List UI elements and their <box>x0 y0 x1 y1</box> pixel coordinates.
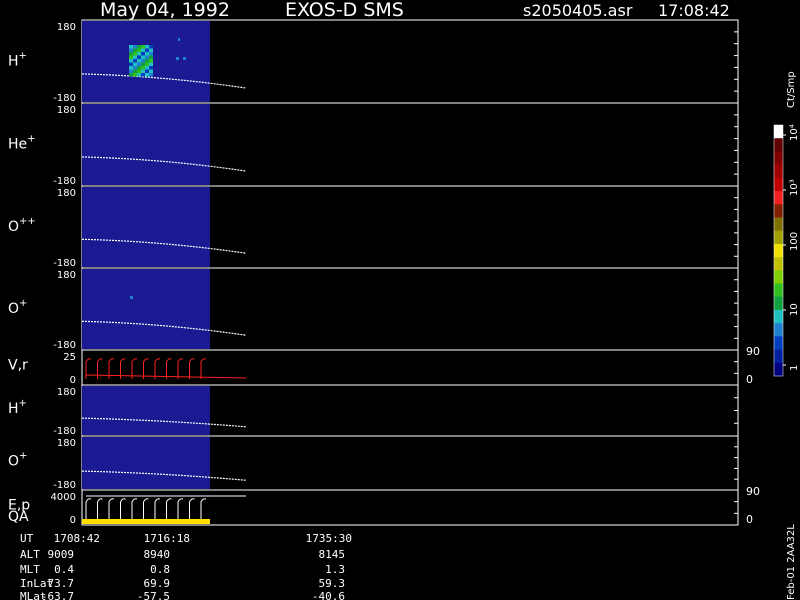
header-instrument: EXOS-D SMS <box>285 0 404 21</box>
colorbar-cell <box>774 309 783 324</box>
footer-cell: 0.8 <box>150 563 170 576</box>
footer-row-label: UT <box>20 532 34 545</box>
y-min-label: -180 <box>53 258 76 269</box>
colorbar-cell <box>774 217 783 232</box>
panel-3: O+ 180 -180 <box>8 267 739 351</box>
footer-cell: -40.6 <box>312 590 345 600</box>
spectrogram-field <box>82 187 210 267</box>
right-min-label: 0 <box>746 373 753 386</box>
y-min-label: -180 <box>53 176 76 187</box>
y-max-label: 180 <box>57 270 76 281</box>
panel-stack: H+180-180He+180-180O++180-180O+180-180V,… <box>8 19 760 526</box>
header-file: s2050405.asr <box>523 1 633 20</box>
footer-side-label: Feb-01 2AA32L <box>786 524 797 600</box>
color-scale-bar: 1 10 100 10³ 10⁴ <box>773 124 800 377</box>
header-time: 17:08:42 <box>658 1 730 20</box>
colorbar-cell <box>774 138 783 152</box>
colorbar-tick-label: 10³ <box>789 179 800 196</box>
y-max-label: 4000 <box>51 492 76 503</box>
panel-label: O+ <box>8 451 27 470</box>
footer-cell: 1708:42 <box>54 532 100 545</box>
y-min-label: -180 <box>53 93 76 104</box>
colorbar-cell <box>774 243 783 258</box>
right-max-label: 90 <box>746 485 760 498</box>
panel-label: O+ <box>8 298 27 317</box>
panel-0: H+ 180 -180 <box>8 19 739 104</box>
footer-cell: 1716:18 <box>144 532 190 545</box>
colorbar-tick-label: 10⁴ <box>789 124 800 141</box>
footer-cell: 8940 <box>144 548 171 561</box>
y-max-label: 180 <box>57 438 76 449</box>
footer-table: UTALTMLTInLatMLat1708:4290090.473.7-63.7… <box>20 532 352 600</box>
colorbar-cell <box>774 349 783 364</box>
footer-row-label: ALT <box>20 548 40 561</box>
footer-cell: 0.4 <box>54 563 74 576</box>
plot-canvas: May 04, 1992 EXOS-D SMS s2050405.asr 17:… <box>0 0 800 600</box>
exos-d-sms-figure: May 04, 1992 EXOS-D SMS s2050405.asr 17:… <box>8 0 800 600</box>
panel-1: He+ 180 -180 <box>8 102 739 187</box>
qa-bar <box>82 519 210 524</box>
colorbar-cell <box>774 296 783 311</box>
footer-row-label: MLT <box>20 563 40 576</box>
colorbar-cell <box>774 336 783 351</box>
colorbar-cell <box>774 164 783 179</box>
y-min-label: 0 <box>70 375 76 386</box>
colorbar-cell <box>774 125 783 139</box>
footer-cell: 1735:30 <box>306 532 352 545</box>
counts-dot <box>130 296 133 299</box>
footer-cell: -63.7 <box>41 590 74 600</box>
footer-cell: 73.7 <box>48 577 75 590</box>
right-min-label: 0 <box>746 513 753 526</box>
header-date: May 04, 1992 <box>100 0 230 21</box>
spectrogram-field <box>82 437 210 489</box>
colorbar-tick-label: 100 <box>789 232 800 251</box>
colorbar-cell <box>774 257 783 271</box>
footer-cell: 1.3 <box>325 563 345 576</box>
panel-label-2: QA <box>8 509 29 525</box>
y-max-label: 180 <box>57 188 76 199</box>
colorbar-cell <box>774 362 783 377</box>
panel-frame <box>81 349 739 386</box>
footer-cell: -57.5 <box>137 590 170 600</box>
y-max-label: 180 <box>57 387 76 398</box>
footer-cell: 9009 <box>48 548 75 561</box>
y-max-label: 25 <box>63 352 76 363</box>
footer-cell: 69.9 <box>144 577 171 590</box>
sweep-trace <box>85 498 207 519</box>
colorbar-cell <box>774 151 783 166</box>
y-min-label: -180 <box>53 426 76 437</box>
colorbar-cell <box>774 270 783 285</box>
y-min-label: -180 <box>53 340 76 351</box>
y-max-label: 180 <box>57 22 76 33</box>
panel-label: He+ <box>8 134 36 153</box>
colorbar-cell <box>774 191 783 205</box>
panel-label: H+ <box>8 398 27 417</box>
panel-label: O++ <box>8 216 36 235</box>
panel-label: V,r <box>8 357 28 373</box>
panel-7: E,pQA40000900 <box>8 485 760 526</box>
colorbar-tick-label: 1 <box>789 365 800 371</box>
spectrogram-field <box>82 269 210 349</box>
colorbar-unit: Ct/Smp <box>786 71 797 108</box>
colorbar-cell <box>774 204 783 218</box>
spectrogram-field <box>82 104 210 185</box>
panel-label: H+ <box>8 51 27 70</box>
panel-2: O++ 180 -180 <box>8 185 739 269</box>
spectrogram-field <box>82 386 210 435</box>
colorbar-cell <box>774 230 783 245</box>
footer-cell: 59.3 <box>319 577 346 590</box>
colorbar-cell <box>774 177 783 192</box>
footer-cell: 8145 <box>319 548 346 561</box>
y-min-label: 0 <box>70 515 76 526</box>
colorbar-tick-label: 10 <box>789 303 800 316</box>
colorbar-cell <box>774 283 783 298</box>
panel-5: H+ 180 -180 <box>8 384 739 437</box>
panel-6: O+ 180 -180 <box>8 435 739 491</box>
y-max-label: 180 <box>57 105 76 116</box>
y-min-label: -180 <box>53 480 76 491</box>
right-max-label: 90 <box>746 345 760 358</box>
colorbar-cell <box>774 323 783 337</box>
panel-4: V,r 25 0 90 0 <box>8 345 760 386</box>
